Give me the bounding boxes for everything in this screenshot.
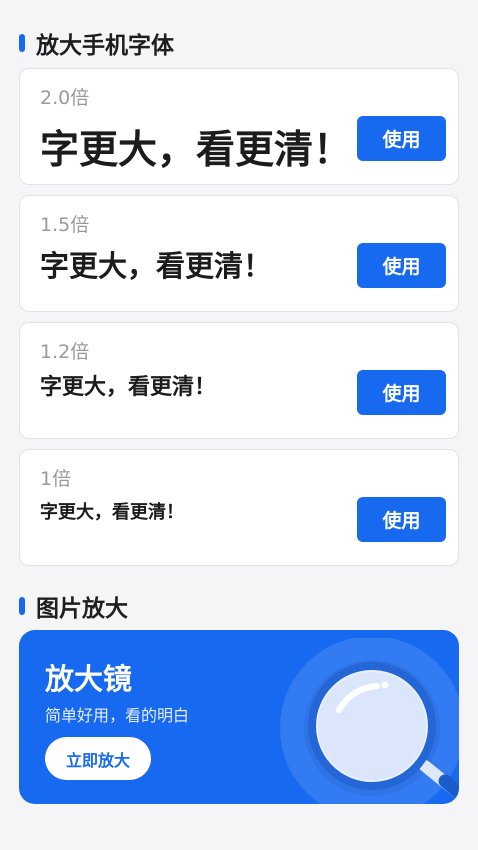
image-section-title: 图片放大 <box>36 596 128 622</box>
image-section-header: 图片放大 <box>19 589 128 623</box>
use-button[interactable]: 使用 <box>357 497 446 542</box>
use-button[interactable]: 使用 <box>357 116 446 161</box>
font-section-title: 放大手机字体 <box>36 33 174 59</box>
scale-label: 1.5倍 <box>40 214 90 236</box>
sample-text: 字更大，看更清！ <box>40 502 184 523</box>
scale-label: 2.0倍 <box>40 87 90 109</box>
sample-text: 字更大，看更清！ <box>40 128 353 173</box>
magnify-now-button[interactable]: 立即放大 <box>45 737 151 780</box>
scale-label: 1倍 <box>40 468 72 490</box>
section-marker <box>19 34 25 52</box>
font-section-header: 放大手机字体 <box>19 26 174 60</box>
banner-title: 放大镜 <box>45 662 133 696</box>
sample-text: 字更大，看更清！ <box>40 375 217 400</box>
font-option-card-2x: 2.0倍 字更大，看更清！ 使用 <box>19 68 459 185</box>
scale-label: 1.2倍 <box>40 341 90 363</box>
font-option-card-1x: 1倍 字更大，看更清！ 使用 <box>19 449 459 566</box>
font-settings-page: 放大手机字体 2.0倍 字更大，看更清！ 使用 1.5倍 字更大，看更清！ 使用… <box>0 0 478 850</box>
use-button[interactable]: 使用 <box>357 243 446 288</box>
banner-subtitle: 简单好用，看的明白 <box>45 706 190 725</box>
sample-text: 字更大，看更清！ <box>40 249 273 283</box>
font-option-card-1-2x: 1.2倍 字更大，看更清！ 使用 <box>19 322 459 439</box>
section-marker <box>19 597 25 615</box>
magnifier-banner[interactable]: 放大镜 简单好用，看的明白 立即放大 <box>19 630 459 804</box>
use-button[interactable]: 使用 <box>357 370 446 415</box>
magnifier-icon <box>280 638 459 804</box>
font-option-card-1-5x: 1.5倍 字更大，看更清！ 使用 <box>19 195 459 312</box>
